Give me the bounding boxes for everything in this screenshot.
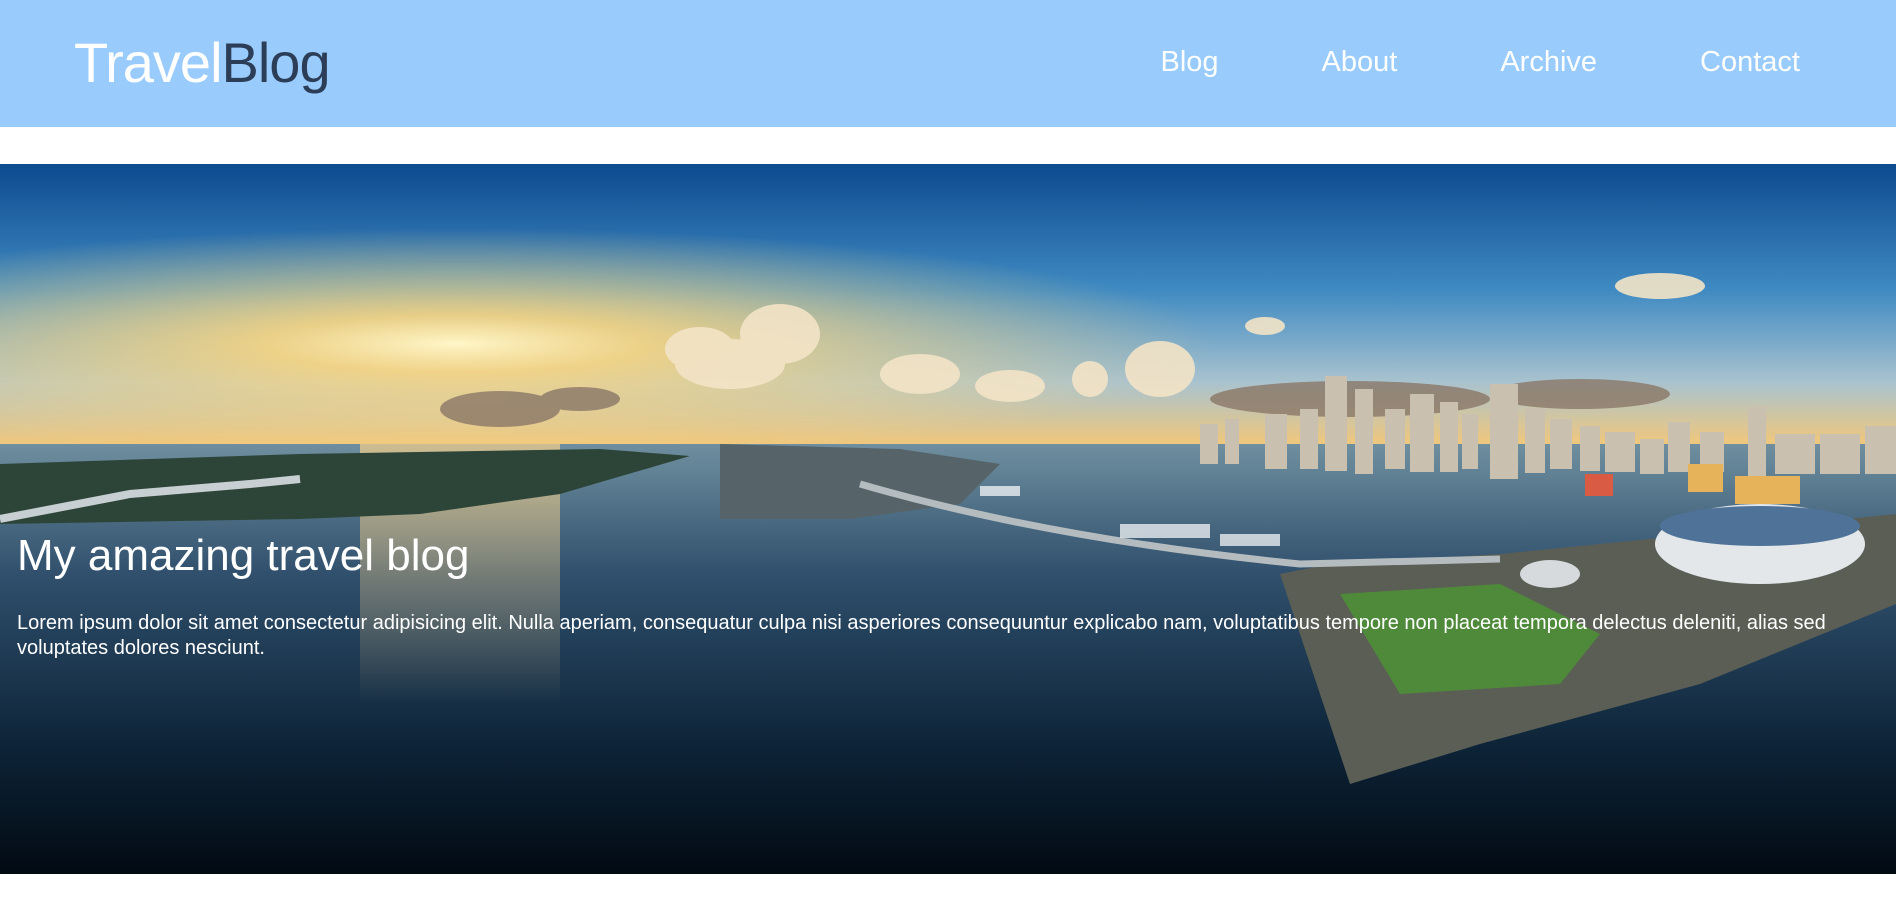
site-header: TravelBlog Blog About Archive Contact [0,0,1896,127]
logo-travel-text: Travel [74,31,223,94]
nav-link-blog[interactable]: Blog [1161,42,1219,82]
hero-city-panorama-image [0,164,1896,874]
nav-link-contact[interactable]: Contact [1700,42,1800,82]
site-logo[interactable]: TravelBlog [74,28,331,98]
hero-banner: My amazing travel blog Lorem ipsum dolor… [0,164,1896,874]
main-nav: Blog About Archive Contact [1058,42,1801,82]
hero-description: Lorem ipsum dolor sit amet consectetur a… [17,612,1826,659]
hero-title: My amazing travel blog [17,531,470,580]
nav-link-about[interactable]: About [1322,42,1398,82]
logo-blog-text: Blog [221,31,331,94]
nav-link-archive[interactable]: Archive [1500,42,1597,82]
